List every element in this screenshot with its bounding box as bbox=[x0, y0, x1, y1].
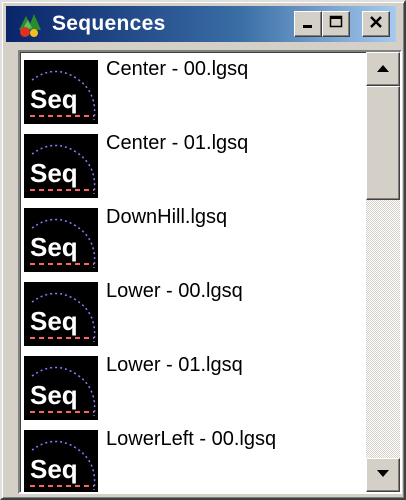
arrow-up-icon bbox=[375, 60, 391, 78]
list-item[interactable]: Seq Center - 00.lgsq bbox=[20, 54, 364, 126]
item-label: Lower - 00.lgsq bbox=[106, 280, 243, 302]
arrow-down-icon bbox=[375, 466, 391, 484]
thumbnail-text: Seq bbox=[30, 158, 78, 188]
sequence-thumbnail: Seq bbox=[24, 134, 98, 198]
thumbnail-text: Seq bbox=[30, 380, 78, 410]
sequence-thumbnail: Seq bbox=[24, 208, 98, 272]
item-label: Lower - 01.lgsq bbox=[106, 354, 243, 376]
scroll-down-button[interactable] bbox=[366, 458, 400, 492]
thumbnail-text: Seq bbox=[30, 84, 78, 114]
close-button[interactable] bbox=[362, 11, 390, 37]
title-bar[interactable]: Sequences bbox=[6, 6, 396, 42]
list-item[interactable]: Seq Lower - 00.lgsq bbox=[20, 276, 364, 348]
item-label: Center - 00.lgsq bbox=[106, 58, 249, 80]
list-item[interactable]: Seq Lower - 01.lgsq bbox=[20, 350, 364, 422]
minimize-icon bbox=[301, 15, 315, 34]
list-item[interactable]: Seq DownHill.lgsq bbox=[20, 202, 364, 274]
sequence-list[interactable]: Seq Center - 00.lgsq Seq Center - 01.lgs… bbox=[20, 52, 364, 492]
list-item[interactable]: Seq LowerLeft - 00.lgsq bbox=[20, 424, 364, 492]
item-label: LowerLeft - 00.lgsq bbox=[106, 428, 277, 450]
app-icon bbox=[16, 10, 44, 38]
maximize-button[interactable] bbox=[322, 11, 350, 37]
close-icon bbox=[369, 15, 383, 34]
sequence-list-panel: Seq Center - 00.lgsq Seq Center - 01.lgs… bbox=[18, 50, 402, 494]
item-label: Center - 01.lgsq bbox=[106, 132, 249, 154]
scroll-up-button[interactable] bbox=[366, 52, 400, 86]
list-item[interactable]: Seq Center - 01.lgsq bbox=[20, 128, 364, 200]
sequence-thumbnail: Seq bbox=[24, 282, 98, 346]
sequence-thumbnail: Seq bbox=[24, 430, 98, 492]
item-label: DownHill.lgsq bbox=[106, 206, 228, 228]
scroll-thumb[interactable] bbox=[366, 86, 400, 200]
sequence-thumbnail: Seq bbox=[24, 356, 98, 420]
thumbnail-text: Seq bbox=[30, 306, 78, 336]
sequences-window: Sequences Seq Center - 00.lgsq Seq Cente… bbox=[0, 0, 406, 500]
minimize-button[interactable] bbox=[294, 11, 322, 37]
thumbnail-text: Seq bbox=[30, 454, 78, 484]
thumbnail-text: Seq bbox=[30, 232, 78, 262]
window-title: Sequences bbox=[52, 12, 166, 35]
sequence-thumbnail: Seq bbox=[24, 60, 98, 124]
maximize-icon bbox=[329, 15, 343, 34]
vertical-scrollbar[interactable] bbox=[366, 52, 400, 492]
